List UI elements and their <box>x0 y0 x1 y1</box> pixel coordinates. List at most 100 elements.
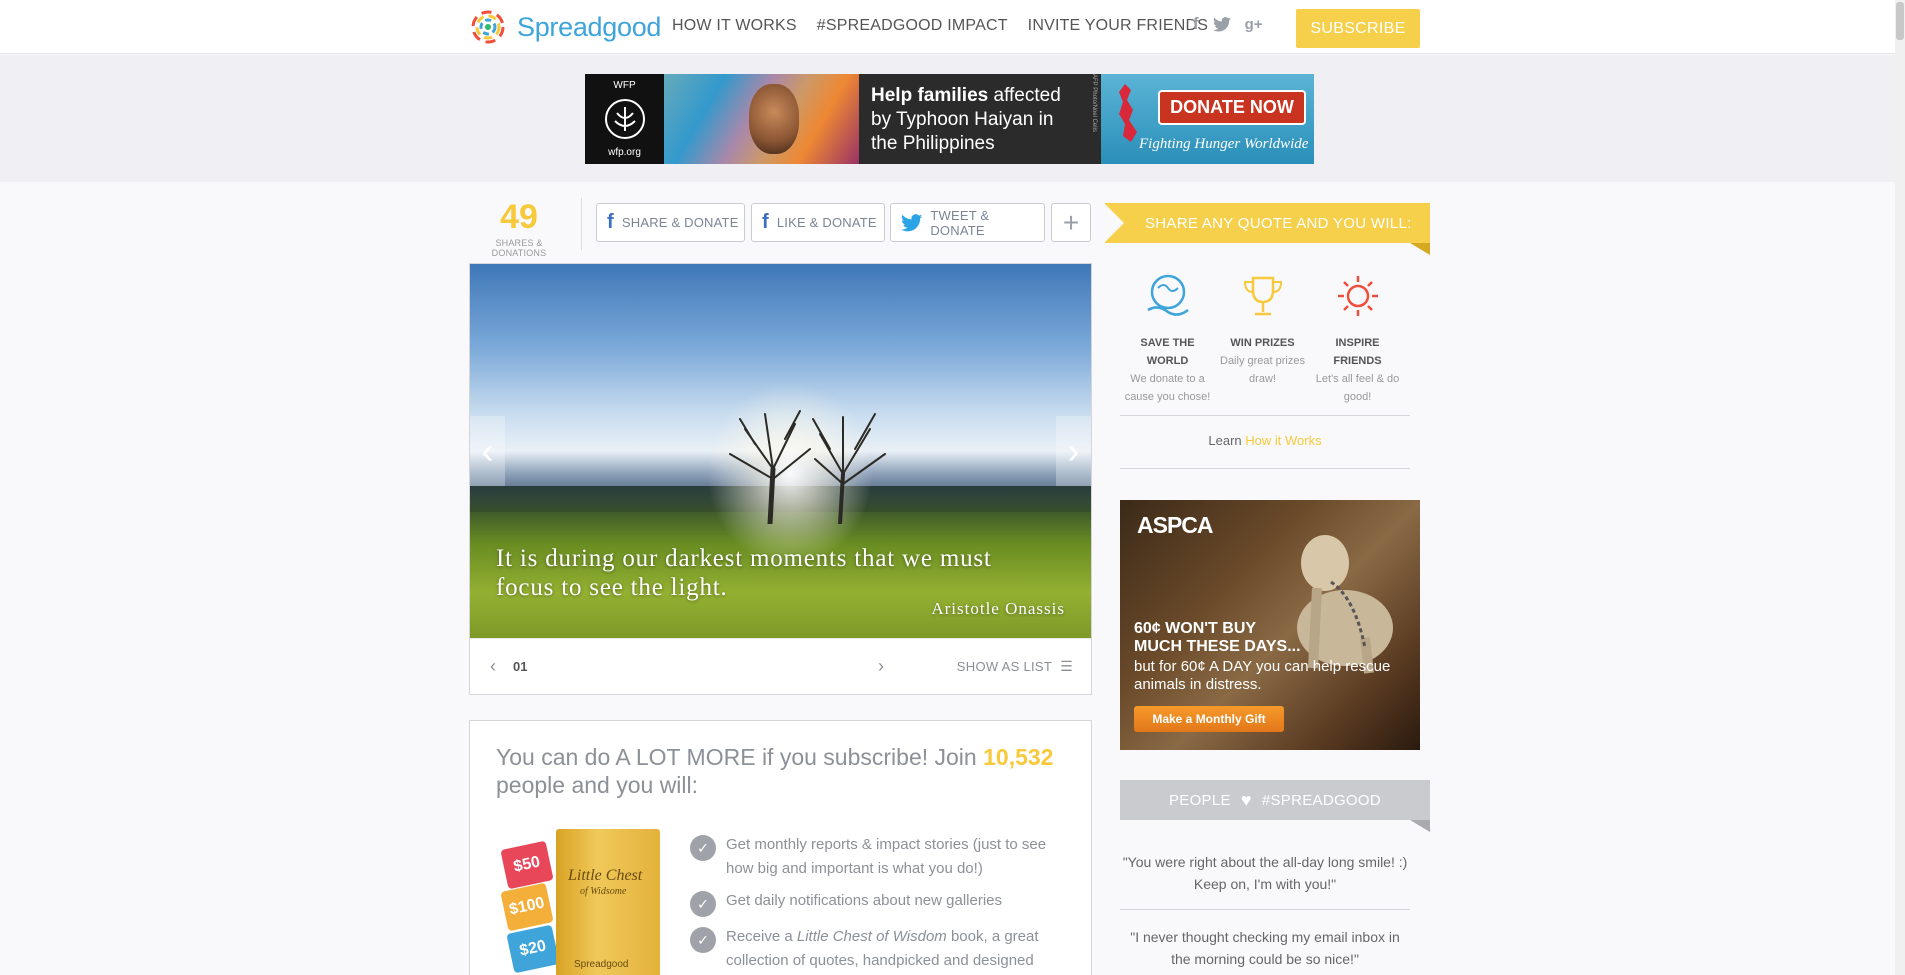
logo[interactable]: Spreadgood <box>469 7 661 47</box>
list-item: ✓ Get daily notifications about new gall… <box>690 889 1070 917</box>
wfp-emblem-icon <box>604 99 645 139</box>
tag-20: $20 <box>506 924 560 974</box>
divider <box>1120 468 1410 469</box>
ad-photo-credit: AFP Photo/Noel Celis <box>1087 74 1101 164</box>
tag-100: $100 <box>500 882 554 932</box>
nav-how-it-works[interactable]: HOW IT WORKS <box>672 17 797 35</box>
benefit-desc: Daily great prizes draw! <box>1220 355 1305 385</box>
how-it-works-link[interactable]: How it Works <box>1245 433 1321 448</box>
aspca-ad[interactable]: ASPCA 60¢ WON'T BUY MUCH THESE DAYS... b… <box>1120 500 1420 750</box>
subscribe-promo-card: You can do A LOT MORE if you subscribe! … <box>469 720 1092 975</box>
pager-prev-icon[interactable]: ‹ <box>490 656 496 677</box>
book-brand: Spreadgood <box>574 959 629 970</box>
twitter-icon <box>901 213 923 231</box>
benefit-title: WIN PRIZES <box>1230 337 1295 349</box>
share-count: 49 SHARES & DONATIONS <box>469 200 569 258</box>
list-icon: ☰ <box>1060 658 1073 674</box>
trees-image <box>729 410 886 524</box>
share-donate-label: SHARE & DONATE <box>621 215 739 230</box>
heart-icon: ♥ <box>1240 789 1252 810</box>
little-chest-book: Little Chest of Widsome Spreadgood <box>556 829 660 975</box>
facebook-icon[interactable]: f <box>1193 14 1199 34</box>
benefit-title: SAVE THE WORLD <box>1140 337 1195 367</box>
benefit-desc: Let's all feel & do good! <box>1315 373 1400 403</box>
google-plus-icon[interactable]: g+ <box>1245 16 1263 33</box>
aspca-logo: ASPCA <box>1137 512 1214 538</box>
testimonial: "I never thought checking my email inbox… <box>1130 929 1400 967</box>
benefit-inspire-friends: INSPIRE FRIENDS Let's all feel & do good… <box>1310 270 1405 406</box>
check-icon: ✓ <box>690 891 716 917</box>
wfp-label: WFP <box>613 80 636 91</box>
benefit-save-world: SAVE THE WORLD We donate to a cause you … <box>1120 270 1215 406</box>
people-label: PEOPLE <box>1168 791 1231 809</box>
ad-photo-image <box>664 74 859 164</box>
benefit-text: Get monthly reports & impact stories (ju… <box>726 836 1047 877</box>
ad-headline-bold: Help families <box>871 85 989 106</box>
like-donate-label: LIKE & DONATE <box>776 215 877 230</box>
aspca-headline: 60¢ WON'T BUY MUCH THESE DAYS... <box>1134 620 1301 656</box>
donate-now-button[interactable]: DONATE NOW <box>1158 90 1306 125</box>
monthly-gift-button[interactable]: Make a Monthly Gift <box>1134 706 1284 732</box>
nav-invite-friends[interactable]: INVITE YOUR FRIENDS <box>1028 17 1208 35</box>
trophy-icon <box>1215 270 1310 322</box>
promo-title-after: people and you will: <box>496 772 699 798</box>
twitter-icon[interactable] <box>1212 16 1231 32</box>
promo-title-before: You can do A LOT MORE if you subscribe! … <box>496 744 984 770</box>
check-icon: ✓ <box>690 835 716 861</box>
like-donate-button[interactable]: f LIKE & DONATE <box>751 203 885 242</box>
quote-text: It is during our darkest moments that we… <box>496 545 992 601</box>
promo-title: You can do A LOT MORE if you subscribe! … <box>496 743 1066 799</box>
aspca-headline-2: MUCH THESE DAYS... <box>1134 638 1301 655</box>
facebook-icon: f <box>607 211 614 233</box>
sun-icon <box>1310 270 1405 322</box>
spreadgood-hashtag: #SPREADGOOD <box>1261 791 1381 809</box>
divider <box>1120 909 1410 910</box>
chevron-right-icon: › <box>1067 430 1080 471</box>
pager-next-icon[interactable]: › <box>878 656 884 677</box>
tweet-donate-label: TWEET & DONATE <box>930 207 990 238</box>
more-share-button[interactable]: + <box>1051 203 1091 242</box>
wfp-ad-banner[interactable]: WFP wfp.org Help families affected by Ty… <box>585 74 1314 164</box>
list-item: ✓ Get monthly reports & impact stories (… <box>690 833 1070 881</box>
book-illustration: $50 $100 $20 Little Chest of Widsome Spr… <box>500 829 660 975</box>
share-count-number: 49 <box>500 198 538 236</box>
prev-slide-button[interactable]: ‹ <box>470 416 505 486</box>
subscribe-benefits-list: ✓ Get monthly reports & impact stories (… <box>690 833 1070 975</box>
show-as-list-label: SHOW AS LIST <box>956 659 1053 674</box>
wfp-site: wfp.org <box>608 147 641 158</box>
check-icon: ✓ <box>690 927 716 953</box>
tag-50: $50 <box>500 840 554 890</box>
page-number: 01 <box>513 659 528 674</box>
nav-spreadgood-impact[interactable]: #SPREADGOOD IMPACT <box>817 17 1008 35</box>
book-title: Little Chest <box>568 867 643 884</box>
ad-tagline: Fighting Hunger Worldwide <box>1139 136 1309 152</box>
benefit-text: Receive a Little Chest of Wisdom book, a… <box>726 925 1070 973</box>
learn-how-it-works: Learn How it Works <box>1120 433 1410 448</box>
wfp-logo: WFP wfp.org <box>585 74 664 164</box>
subscriber-count: 10,532 <box>983 744 1054 770</box>
chevron-left-icon: ‹ <box>481 430 494 471</box>
ad-donate-panel: DONATE NOW Fighting Hunger Worldwide <box>1101 74 1314 164</box>
next-slide-button[interactable]: › <box>1056 416 1091 486</box>
scrollbar[interactable] <box>1895 0 1905 975</box>
people-love-spreadgood-ribbon: PEOPLE ♥ #SPREADGOOD <box>1120 780 1430 832</box>
subscribe-button[interactable]: SUBSCRIBE <box>1296 9 1420 48</box>
benefit-title: INSPIRE FRIENDS <box>1333 337 1382 367</box>
quote-image: It is during our darkest moments that we… <box>470 264 1091 638</box>
site-header: Spreadgood HOW IT WORKS #SPREADGOOD IMPA… <box>0 0 1905 54</box>
social-links: f g+ <box>1193 14 1263 34</box>
benefit-text: Get daily notifications about new galler… <box>726 892 1002 909</box>
benefit-win-prizes: WIN PRIZES Daily great prizes draw! <box>1215 270 1310 388</box>
share-donate-button[interactable]: f SHARE & DONATE <box>596 203 745 242</box>
spreadgood-logo-icon <box>471 10 505 44</box>
share-separator <box>581 198 582 250</box>
show-as-list-button[interactable]: SHOW AS LIST ☰ <box>957 658 1073 675</box>
scrollbar-thumb[interactable] <box>1896 2 1904 40</box>
logo-text: Spreadgood <box>517 11 662 42</box>
quote-author: Aristotle Onassis <box>931 599 1065 618</box>
globe-hand-icon <box>1120 270 1215 322</box>
tweet-donate-button[interactable]: TWEET & DONATE <box>890 203 1045 242</box>
share-benefits-ribbon: SHARE ANY QUOTE AND YOU WILL: <box>1104 203 1430 255</box>
benefit-desc: We donate to a cause you chose! <box>1124 373 1211 403</box>
benefit-3-before: Receive a <box>726 928 797 945</box>
